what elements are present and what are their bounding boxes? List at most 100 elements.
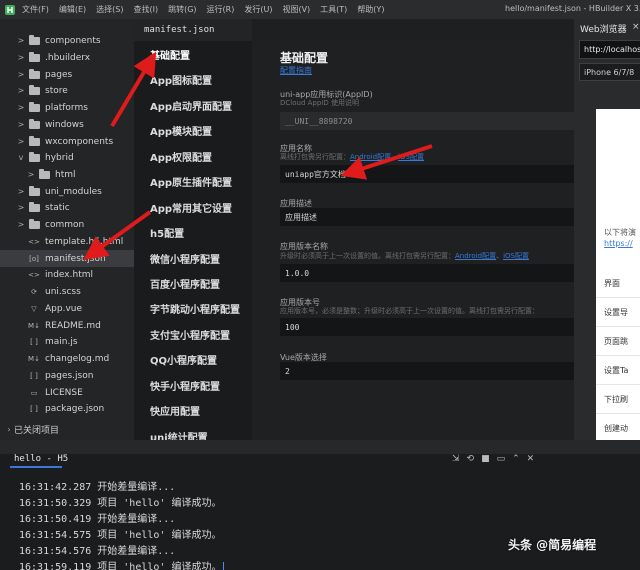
- webview-list-item[interactable]: 下拉刷: [596, 385, 640, 414]
- nav-item[interactable]: 基础配置: [150, 47, 190, 62]
- tree-item[interactable]: [o] manifest.json: [0, 250, 134, 267]
- chevron-up-icon[interactable]: ⌃: [512, 454, 520, 464]
- hint-link[interactable]: Android配置: [455, 252, 496, 260]
- tree-item[interactable]: ▽ App.vue: [0, 300, 134, 317]
- chevron-icon[interactable]: >: [16, 70, 26, 79]
- webview-list-item[interactable]: 页面跳: [596, 327, 640, 356]
- field-input[interactable]: uniapp官方文档: [280, 165, 574, 183]
- menu-item[interactable]: 编辑(E): [59, 4, 86, 15]
- device-select[interactable]: iPhone 6/7/8: [579, 63, 640, 81]
- nav-item[interactable]: 支付宝小程序配置: [150, 327, 230, 342]
- webview-list-item[interactable]: 界面: [596, 269, 640, 298]
- tree-item[interactable]: [ ] main.js: [0, 333, 134, 350]
- export-icon[interactable]: ⇲: [452, 454, 460, 464]
- closed-projects-section[interactable]: › 已关闭项目: [0, 420, 134, 438]
- webview-list-item[interactable]: 创建动: [596, 414, 640, 440]
- nav-item[interactable]: App权限配置: [150, 149, 212, 164]
- menu-item[interactable]: 发行(U): [244, 4, 272, 15]
- nav-item[interactable]: 百度小程序配置: [150, 276, 220, 291]
- tree-item[interactable]: v hybrid: [0, 149, 134, 166]
- tree-item[interactable]: M↓ README.md: [0, 317, 134, 334]
- tree-item[interactable]: > platforms: [0, 99, 134, 116]
- hint-link[interactable]: Android配置: [350, 153, 391, 161]
- terminal-icon[interactable]: ▭: [497, 454, 506, 464]
- tab-web-browser[interactable]: Web浏览器: [580, 22, 627, 35]
- field-input[interactable]: 100: [280, 318, 574, 336]
- console-line-text: 16:31:50.329 项目 'hello' 编译成功。: [19, 498, 222, 509]
- restart-icon[interactable]: ⟲: [467, 454, 475, 464]
- tree-item[interactable]: [ ] pages.json: [0, 367, 134, 384]
- tree-item[interactable]: ⟳ uni.scss: [0, 283, 134, 300]
- nav-item[interactable]: QQ小程序配置: [150, 352, 217, 367]
- nav-item[interactable]: uni统计配置: [150, 429, 208, 440]
- chevron-icon[interactable]: >: [16, 86, 26, 95]
- nav-item[interactable]: 字节跳动小程序配置: [150, 301, 240, 316]
- nav-item[interactable]: App常用其它设置: [150, 200, 232, 215]
- tree-item[interactable]: [ ] package.json: [0, 400, 134, 417]
- menu-item[interactable]: 视图(V): [282, 4, 310, 15]
- chevron-icon[interactable]: >: [16, 36, 26, 45]
- tree-item[interactable]: > components: [0, 32, 134, 49]
- nav-item[interactable]: App启动界面配置: [150, 98, 232, 113]
- nav-item[interactable]: 快手小程序配置: [150, 378, 220, 393]
- field-input[interactable]: 2: [280, 362, 574, 380]
- tree-item[interactable]: <> template.h5.html: [0, 233, 134, 250]
- stop-icon[interactable]: ■: [481, 454, 490, 464]
- nav-item[interactable]: App模块配置: [150, 123, 212, 138]
- tree-item-label: pages.json: [45, 370, 94, 381]
- nav-item[interactable]: 微信小程序配置: [150, 251, 220, 266]
- webview-list-item[interactable]: 设置Ta: [596, 356, 640, 385]
- close-icon[interactable]: ✕: [527, 454, 535, 464]
- tree-item[interactable]: > pages: [0, 66, 134, 83]
- tree-item[interactable]: > common: [0, 216, 134, 233]
- nav-item[interactable]: h5配置: [150, 225, 184, 240]
- hint-link[interactable]: iOS配置: [398, 153, 424, 161]
- tree-item[interactable]: > html: [0, 166, 134, 183]
- tab-label: manifest.json: [144, 25, 215, 35]
- nav-item[interactable]: 快应用配置: [150, 403, 200, 418]
- tree-item[interactable]: > uni_modules: [0, 183, 134, 200]
- menu-item[interactable]: 运行(R): [207, 4, 235, 15]
- nav-item[interactable]: App原生插件配置: [150, 174, 232, 189]
- menu-item[interactable]: 跳转(G): [168, 4, 196, 15]
- tree-item[interactable]: <> index.html: [0, 266, 134, 283]
- chevron-icon[interactable]: >: [16, 53, 26, 62]
- chevron-icon[interactable]: >: [16, 203, 26, 212]
- menu-item[interactable]: 选择(S): [96, 4, 123, 15]
- close-icon[interactable]: ×: [632, 22, 640, 32]
- nav-item[interactable]: App图标配置: [150, 72, 212, 87]
- webview-list-item[interactable]: 设置导: [596, 298, 640, 327]
- tree-item[interactable]: M↓ changelog.md: [0, 350, 134, 367]
- console-tab[interactable]: hello - H5: [14, 454, 68, 464]
- chevron-icon[interactable]: >: [16, 220, 26, 229]
- hint-link[interactable]: iOS配置: [503, 252, 529, 260]
- chevron-icon[interactable]: >: [16, 187, 26, 196]
- chevron-icon[interactable]: >: [26, 170, 36, 179]
- field-input[interactable]: 1.0.0: [280, 264, 574, 282]
- url-input[interactable]: http://localhos: [579, 40, 640, 59]
- chevron-icon[interactable]: >: [16, 103, 26, 112]
- menu-item[interactable]: 文件(F): [22, 4, 49, 15]
- tree-item[interactable]: > windows: [0, 116, 134, 133]
- hint-text: 离线打包需另行配置：: [280, 153, 350, 161]
- field-input[interactable]: __UNI__8898720: [280, 112, 574, 130]
- webview-link[interactable]: https://: [604, 239, 633, 248]
- tree-item[interactable]: ▭ LICENSE: [0, 384, 134, 401]
- tab-manifest-json[interactable]: manifest.json: [134, 19, 252, 41]
- tree-item[interactable]: > store: [0, 82, 134, 99]
- menu-item[interactable]: 工具(T): [320, 4, 347, 15]
- field-input[interactable]: 应用描述: [280, 208, 574, 226]
- tree-item-label: uni_modules: [45, 186, 102, 197]
- chevron-icon[interactable]: >: [16, 137, 26, 146]
- hbuilderx-logo-icon: [2, 2, 18, 18]
- menu-item[interactable]: 帮助(Y): [357, 4, 384, 15]
- menu-item[interactable]: 查找(I): [133, 4, 158, 15]
- chevron-icon[interactable]: v: [16, 153, 26, 162]
- tree-item-label: main.js: [45, 336, 78, 347]
- tree-item[interactable]: > static: [0, 199, 134, 216]
- tree-item[interactable]: > wxcomponents: [0, 133, 134, 150]
- chevron-icon[interactable]: >: [16, 120, 26, 129]
- tree-item[interactable]: > .hbuilderx: [0, 49, 134, 66]
- config-guide-link[interactable]: 配置指南: [280, 65, 312, 76]
- json-file-icon: [ ]: [30, 404, 38, 413]
